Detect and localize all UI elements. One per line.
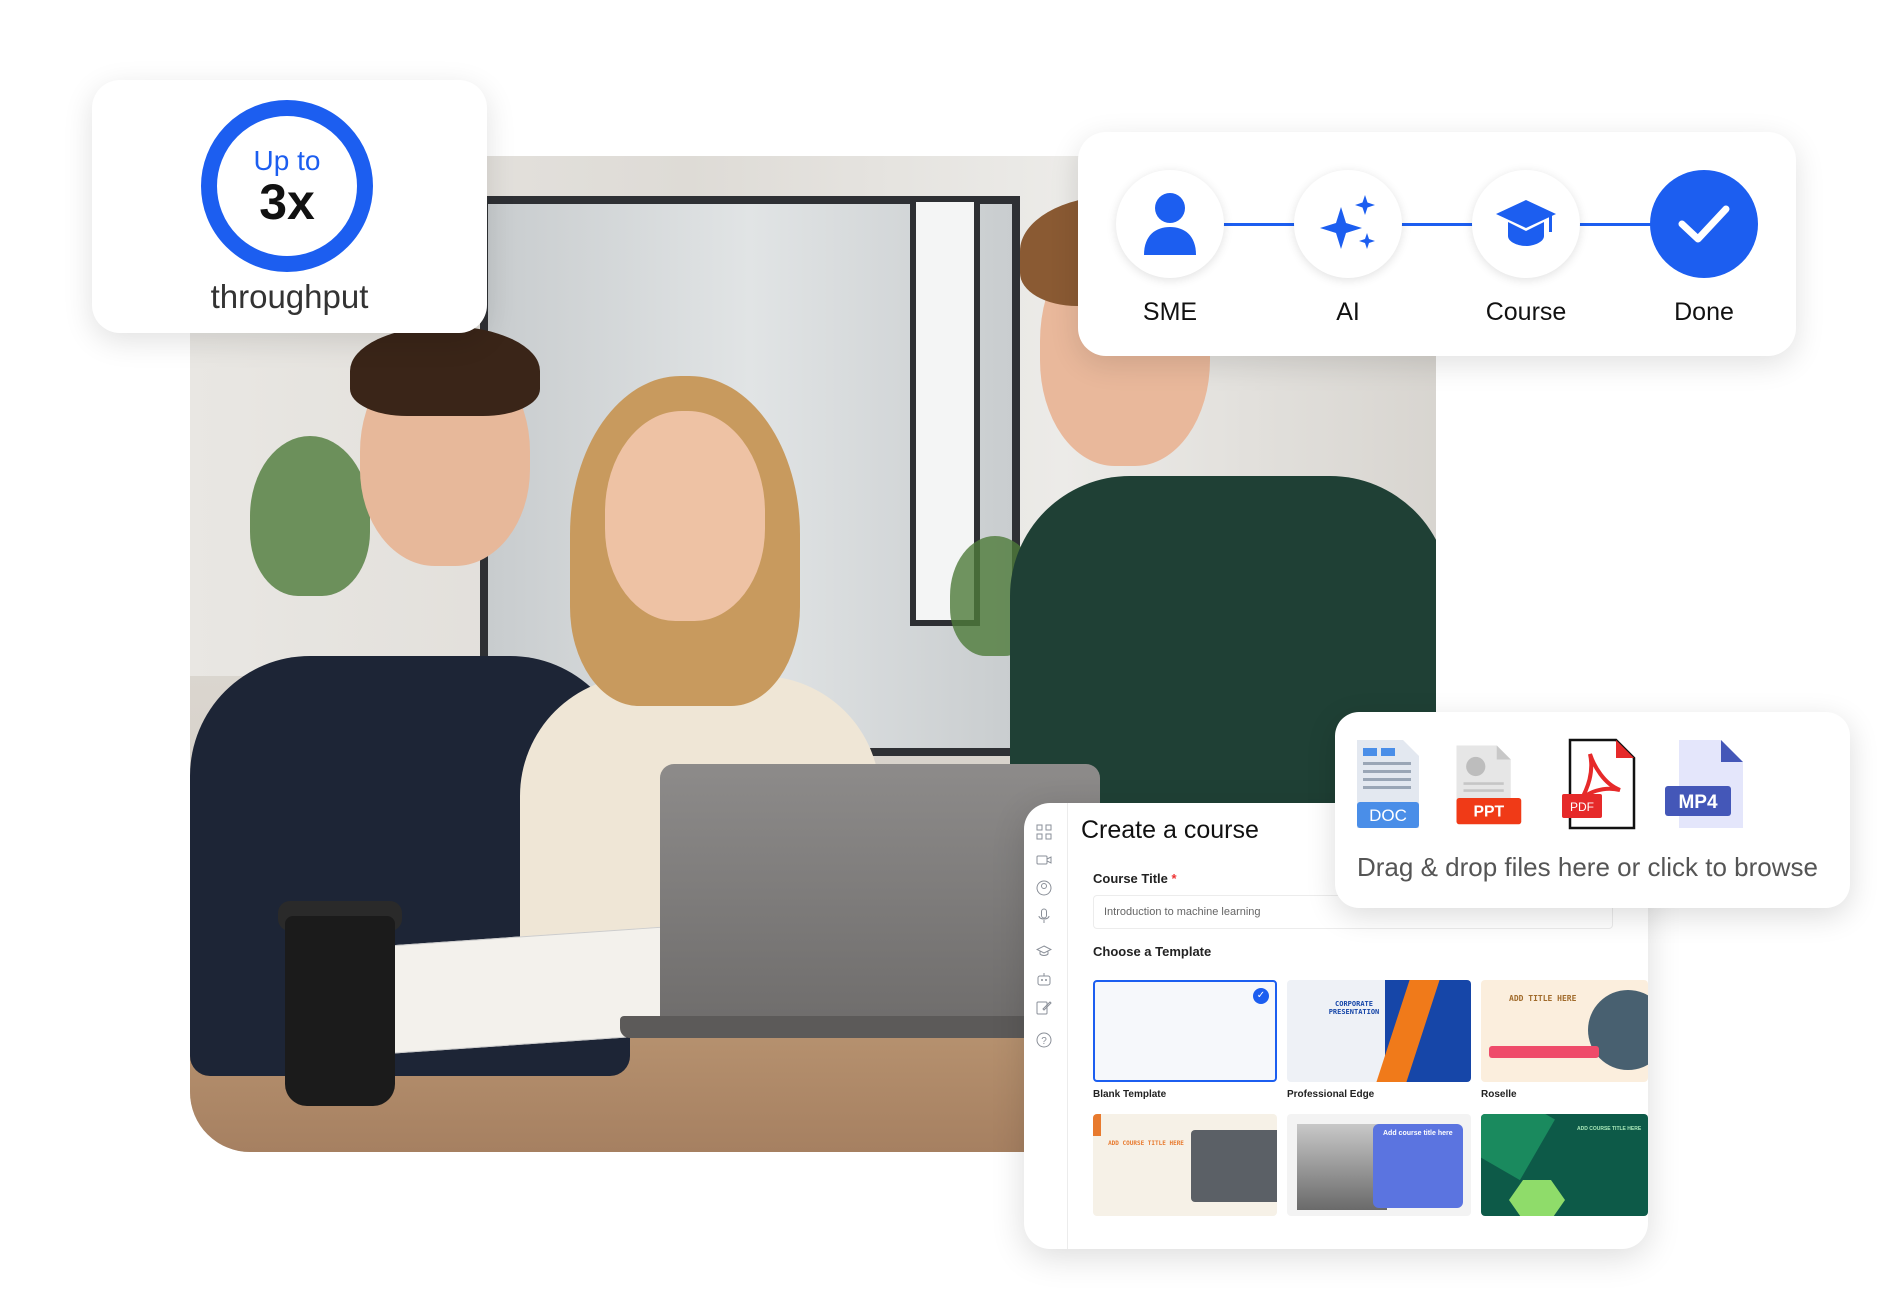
svg-text:?: ? [1041,1036,1047,1047]
ppt-file-icon: PPT [1456,745,1522,825]
video-icon[interactable] [1036,852,1052,868]
course-title-placeholder: Introduction to machine learning [1104,906,1261,918]
help-icon[interactable]: ? [1036,1032,1052,1048]
workflow-step-label: AI [1336,298,1360,326]
choose-template-label: Choose a Template [1093,944,1212,959]
workflow-step-circle [1650,170,1758,278]
required-mark: * [1171,871,1177,886]
template-card-roselle[interactable]: ADD TITLE HERE [1481,980,1648,1082]
template-card-blank[interactable]: ✓ [1093,980,1277,1082]
doc-file-icon: DOC [1357,740,1419,828]
course-title-label-text: Course Title [1093,871,1168,886]
microphone-icon[interactable] [1036,908,1052,924]
workflow-step-sme: SME [1116,170,1224,327]
workflow-connector [1576,223,1656,226]
template-card-4[interactable]: ADD COURSE TITLE HERE [1093,1114,1277,1216]
workflow-step-done: Done [1650,170,1758,327]
file-upload-card[interactable]: DOC PPT PDF MP4 Drag & drop files here o… [1335,712,1850,908]
workflow-step-label: Course [1485,298,1567,326]
workflow-step-ai: AI [1294,170,1402,327]
edit-icon[interactable] [1036,999,1052,1015]
workflow-step-circle [1294,170,1402,278]
workflow-step-course: Course [1472,170,1580,327]
graduation-cap-icon [1496,200,1556,246]
course-sidebar-rail: ? [1024,803,1068,1249]
workflow-connector [1220,223,1300,226]
pdf-label: PDF [1570,800,1594,814]
workflow-step-circle [1472,170,1580,278]
photo-plant [250,436,370,596]
course-panel-heading: Create a course [1081,816,1259,844]
workflow-card: SME AI Course Done [1078,132,1796,356]
template-name: Blank Template [1093,1089,1167,1100]
throughput-prefix: Up to [253,145,321,176]
template-name: Professional Edge [1287,1089,1375,1100]
checkmark-icon [1678,205,1730,243]
template-heading: ADD TITLE HERE [1509,994,1577,1003]
template-name: Roselle [1481,1089,1517,1100]
workflow-step-label: Done [1674,298,1734,326]
template-card-professional-edge[interactable]: CORPORATE PRESENTATION [1287,980,1471,1082]
upload-hint: Drag & drop files here or click to brows… [1357,852,1818,882]
throughput-value: 3x [259,174,315,230]
selected-check-icon: ✓ [1253,988,1269,1004]
robot-icon[interactable] [1036,971,1052,987]
template-heading: ADD COURSE TITLE HERE [1108,1140,1184,1147]
pdf-file-icon: PDF [1562,738,1636,830]
throughput-card: Up to 3x throughput [92,80,487,333]
ppt-label: PPT [1474,803,1505,820]
workflow-step-circle [1116,170,1224,278]
graduation-cap-icon[interactable] [1036,943,1052,959]
photo-coffee-cup [285,916,395,1106]
template-heading: ADD COURSE TITLE HERE [1577,1126,1642,1132]
throughput-caption: throughput [210,278,369,315]
template-heading: CORPORATE PRESENTATION [1328,1000,1380,1016]
workflow-step-label: SME [1142,298,1198,326]
doc-label: DOC [1369,806,1407,825]
grid-icon[interactable] [1036,824,1052,840]
mp4-label: MP4 [1678,792,1718,813]
template-heading: Add course title here [1383,1130,1453,1137]
throughput-ring: Up to 3x [201,100,373,272]
person-icon [1144,193,1196,255]
template-card-6[interactable]: ADD COURSE TITLE HERE [1481,1114,1648,1216]
template-card-5[interactable]: Add course title here [1287,1114,1471,1216]
course-title-label: Course Title * [1093,871,1177,886]
mp4-file-icon: MP4 [1665,740,1743,828]
sparkle-icon [1320,195,1375,249]
user-circle-icon[interactable] [1036,880,1052,896]
workflow-connector [1398,223,1478,226]
